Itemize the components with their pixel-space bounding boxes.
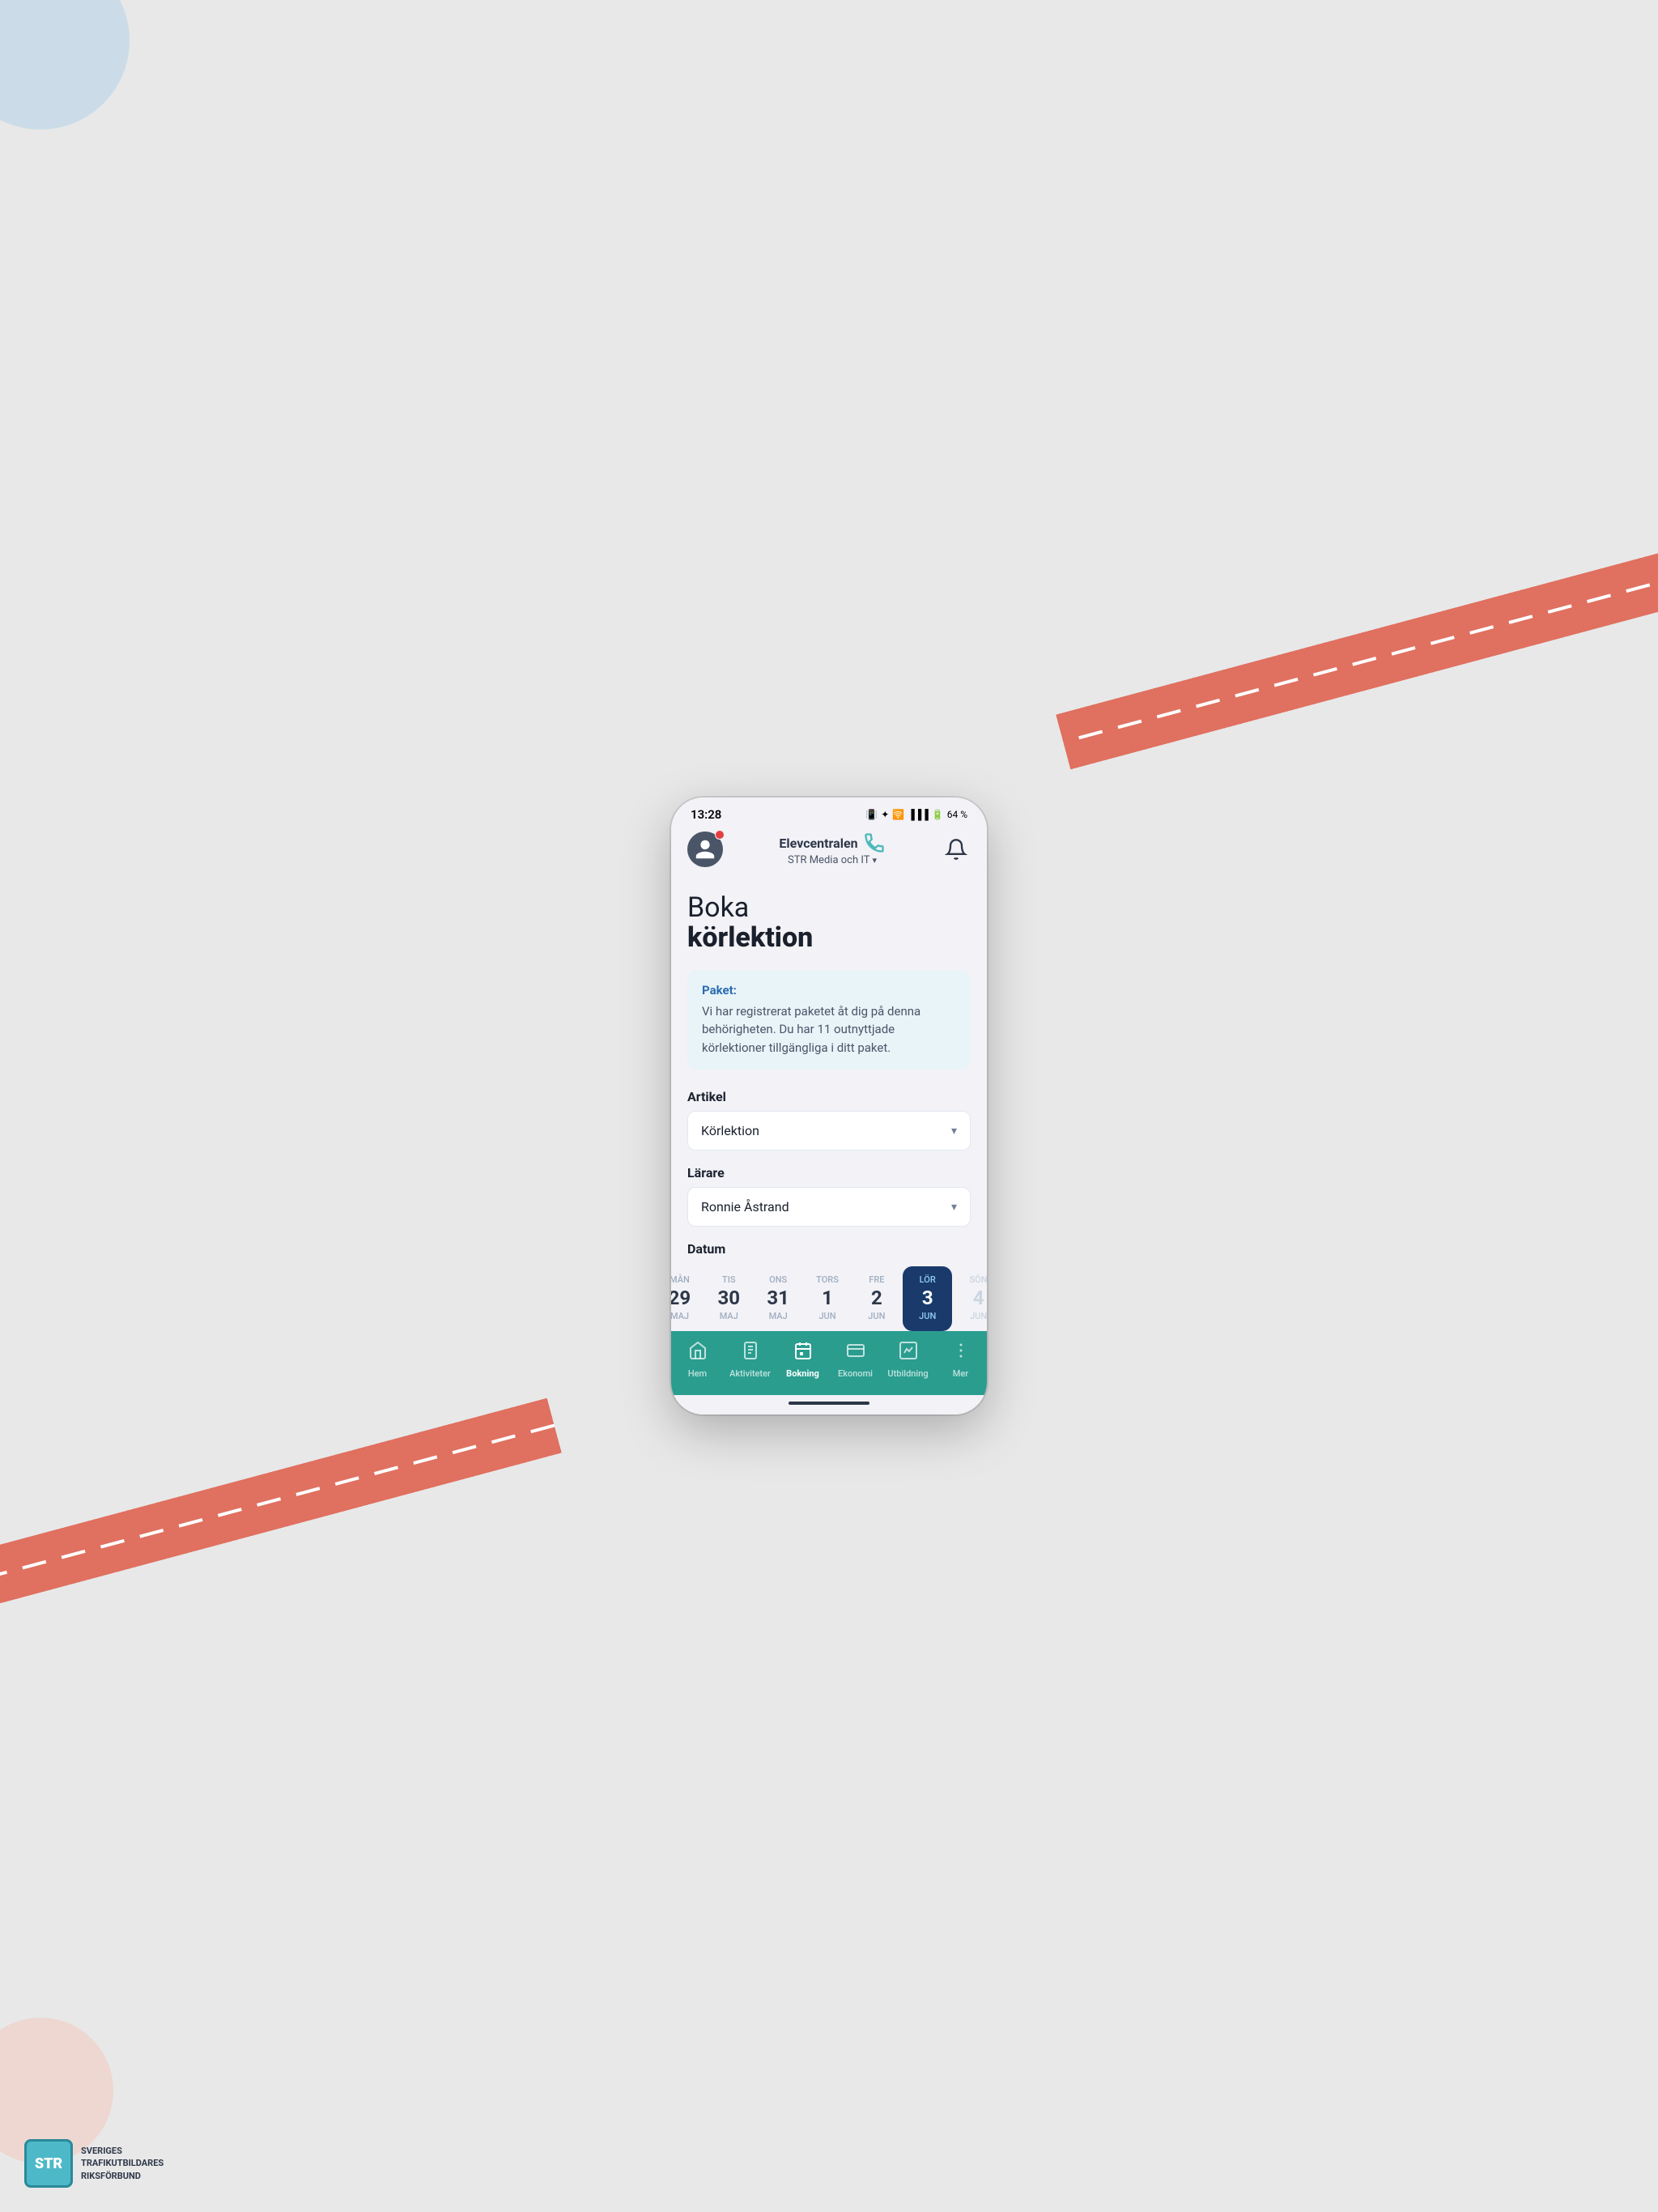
notification-badge: [715, 830, 725, 840]
date-item[interactable]: MÅN 29 MAJ: [671, 1266, 704, 1331]
date-month: MAJ: [720, 1311, 738, 1321]
aktiviteter-nav-icon: [741, 1341, 760, 1365]
battery-percentage: 64 %: [947, 809, 967, 820]
header-subtitle[interactable]: STR Media och IT ▾: [731, 854, 933, 866]
date-month: MAJ: [671, 1311, 689, 1321]
hem-nav-label: Hem: [688, 1368, 707, 1379]
date-month: JUN: [970, 1311, 987, 1321]
info-box: Paket: Vi har registrerat paketet åt dig…: [687, 970, 971, 1070]
str-logo: STR SVERIGES TRAFIKUTBILDARES RIKSFÖRBUN…: [24, 2139, 164, 2188]
date-number: 30: [718, 1288, 741, 1308]
hem-nav-icon: [688, 1341, 708, 1365]
nav-item-hem[interactable]: Hem: [671, 1341, 724, 1379]
date-item[interactable]: TIS 30 MAJ: [704, 1266, 754, 1331]
datum-label: Datum: [687, 1241, 971, 1257]
chevron-down-icon: ▾: [872, 855, 877, 866]
date-item[interactable]: ONS 31 MAJ: [754, 1266, 803, 1331]
page-title: Boka körlektion: [687, 893, 971, 954]
page-title-line2: körlektion: [687, 923, 971, 953]
str-logo-text: STR: [35, 2155, 62, 2172]
bokning-nav-label: Bokning: [786, 1368, 819, 1379]
phone-icon: [863, 832, 886, 854]
date-month: JUN: [919, 1311, 936, 1321]
date-day-name: TORS: [816, 1274, 839, 1285]
utbildning-nav-label: Utbildning: [887, 1368, 928, 1379]
str-logo-description: SVERIGES TRAFIKUTBILDARES RIKSFÖRBUND: [81, 2145, 164, 2182]
artikel-chevron-icon: ▾: [951, 1125, 957, 1138]
date-day-name: FRE: [869, 1274, 884, 1285]
date-day-name: SÖN: [970, 1274, 987, 1285]
date-number: 3: [922, 1288, 933, 1308]
bokning-nav-icon: [793, 1341, 813, 1365]
date-month: MAJ: [769, 1311, 788, 1321]
wifi-icon: 🛜: [892, 809, 904, 820]
larare-label: Lärare: [687, 1165, 971, 1180]
page-content: Boka körlektion Paket: Vi har registrera…: [671, 877, 987, 1257]
bell-icon: [945, 838, 967, 861]
info-box-text: Vi har registrerat paketet åt dig på den…: [702, 1002, 956, 1057]
utbildning-nav-icon: [899, 1341, 918, 1365]
info-box-title: Paket:: [702, 983, 956, 998]
nav-item-aktiviteter[interactable]: Aktiviteter: [724, 1341, 776, 1379]
bg-circle-top-left: [0, 0, 130, 130]
date-number: 2: [871, 1288, 882, 1308]
date-strip: MÅN 29 MAJ TIS 30 MAJ ONS 31 MAJ TORS 1 …: [671, 1266, 987, 1331]
date-item[interactable]: FRE 2 JUN: [852, 1266, 901, 1331]
date-item[interactable]: TORS 1 JUN: [803, 1266, 852, 1331]
road-stripe-top: [1056, 526, 1658, 770]
ekonomi-nav-icon: [846, 1341, 865, 1365]
aktiviteter-nav-label: Aktiviteter: [729, 1368, 771, 1379]
status-time: 13:28: [691, 807, 721, 822]
date-day-name: LÖR: [920, 1274, 936, 1285]
ekonomi-nav-label: Ekonomi: [838, 1368, 873, 1379]
status-icons: 📳 ✦ 🛜 ▐▐▐ 🔋 64 %: [865, 809, 967, 820]
date-day-name: ONS: [769, 1274, 787, 1285]
signal-icon: ▐▐▐: [908, 809, 929, 820]
status-bar: 13:28 📳 ✦ 🛜 ▐▐▐ 🔋 64 %: [671, 798, 987, 825]
brand-row: Elevcentralen: [731, 832, 933, 854]
date-number: 1: [822, 1288, 833, 1308]
brand-name: Elevcentralen: [779, 836, 857, 851]
date-number: 29: [671, 1288, 691, 1308]
larare-chevron-icon: ▾: [951, 1201, 957, 1214]
date-day-name: MÅN: [671, 1274, 690, 1285]
home-bar: [789, 1402, 869, 1405]
phone-frame: 13:28 📳 ✦ 🛜 ▐▐▐ 🔋 64 % Elevcentralen: [671, 798, 987, 1414]
mer-nav-label: Mer: [953, 1368, 968, 1379]
bell-button[interactable]: [942, 835, 971, 864]
home-indicator: [671, 1395, 987, 1414]
avatar[interactable]: [687, 832, 723, 867]
larare-value: Ronnie Åstrand: [701, 1199, 789, 1214]
road-stripe-bottom: [0, 1398, 562, 1642]
nav-item-ekonomi[interactable]: Ekonomi: [829, 1341, 882, 1379]
date-number: 31: [767, 1288, 789, 1308]
bottom-nav: Hem Aktiviteter Bokning Ekonomi Utbildni…: [671, 1331, 987, 1395]
artikel-value: Körlektion: [701, 1123, 759, 1138]
user-icon: [694, 838, 716, 861]
date-number: 4: [973, 1288, 984, 1308]
nav-item-utbildning[interactable]: Utbildning: [882, 1341, 934, 1379]
date-month: JUN: [868, 1311, 885, 1321]
bluetooth-icon: ✦: [881, 809, 889, 820]
artikel-select[interactable]: Körlektion ▾: [687, 1111, 971, 1151]
nav-item-bokning[interactable]: Bokning: [776, 1341, 829, 1379]
mer-nav-icon: [951, 1341, 971, 1365]
page-title-line1: Boka: [687, 893, 971, 923]
header-center: Elevcentralen STR Media och IT ▾: [731, 832, 933, 866]
date-month: JUN: [818, 1311, 835, 1321]
artikel-label: Artikel: [687, 1089, 971, 1104]
battery-icon: 🔋: [932, 809, 944, 820]
nav-item-mer[interactable]: Mer: [934, 1341, 987, 1379]
date-item[interactable]: SÖN 4 JUN: [954, 1266, 987, 1331]
larare-select[interactable]: Ronnie Åstrand ▾: [687, 1187, 971, 1227]
date-day-name: TIS: [722, 1274, 735, 1285]
phone-wrapper: 13:28 📳 ✦ 🛜 ▐▐▐ 🔋 64 % Elevcentralen: [671, 798, 987, 1414]
date-item[interactable]: LÖR 3 JUN: [903, 1266, 952, 1331]
str-logo-box: STR: [24, 2139, 73, 2188]
header: Elevcentralen STR Media och IT ▾: [671, 825, 987, 877]
vibrate-icon: 📳: [865, 809, 878, 820]
